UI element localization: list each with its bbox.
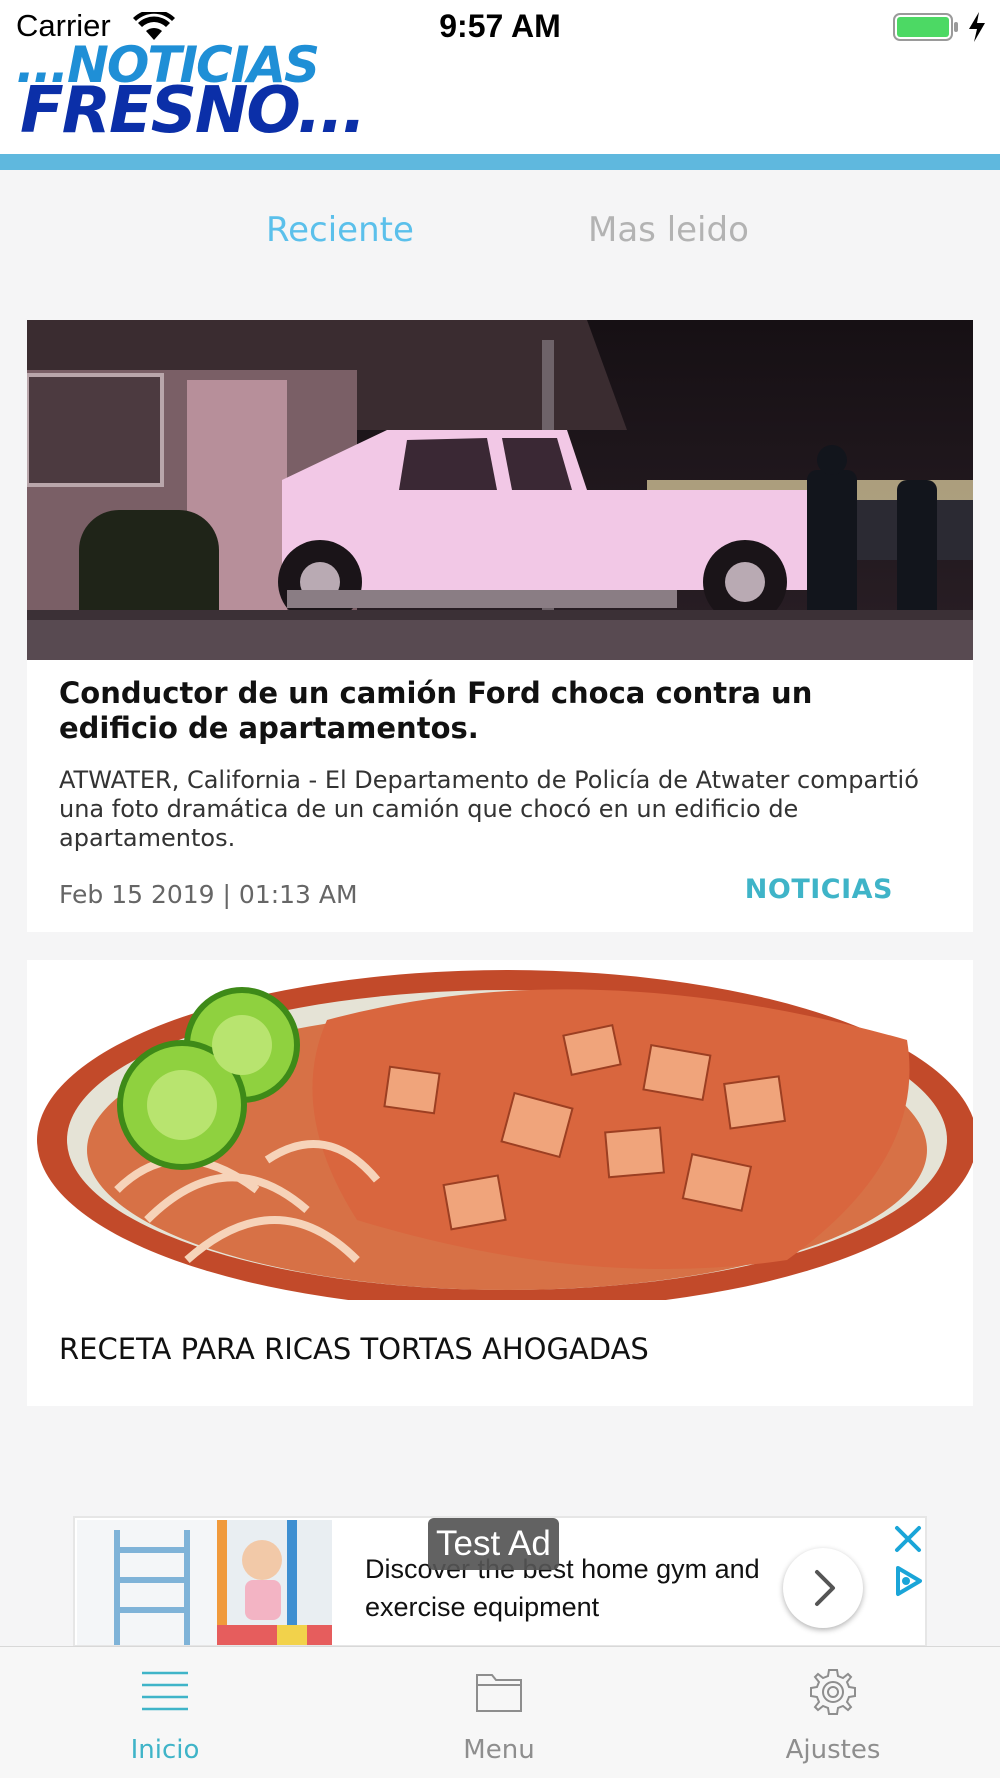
header-accent-bar <box>0 154 1000 170</box>
ad-image <box>77 1520 332 1645</box>
tortas-ahogadas-photo <box>27 960 973 1300</box>
adchoices-icon[interactable] <box>893 1564 923 1598</box>
test-ad-badge: Test Ad <box>428 1518 559 1570</box>
ad-arrow-button[interactable] <box>783 1548 863 1628</box>
close-icon[interactable] <box>893 1524 923 1554</box>
article-title[interactable]: Conductor de un camión Ford choca contra… <box>59 676 933 746</box>
battery-icon <box>893 13 958 41</box>
ad-text[interactable]: Discover the best home gym and exercise … <box>365 1550 765 1626</box>
bottom-tab-bar: Inicio Menu Ajustes <box>0 1646 1000 1778</box>
folder-icon <box>476 1674 522 1712</box>
tabbar-label: Menu <box>463 1735 535 1765</box>
tab-mas-leido[interactable]: Mas leido <box>588 210 749 250</box>
article-summary: ATWATER, California - El Departamento de… <box>59 766 919 852</box>
tabbar-label: Inicio <box>130 1735 200 1765</box>
article-card[interactable]: Conductor de un camión Ford choca contra… <box>27 320 973 932</box>
article-card[interactable]: RECETA PARA RICAS TORTAS AHOGADAS <box>27 960 973 1406</box>
article-image <box>27 320 973 660</box>
status-bar: Carrier 9:57 AM <box>0 0 1000 54</box>
charging-bolt-icon <box>969 12 985 42</box>
article-title[interactable]: RECETA PARA RICAS TORTAS AHOGADAS <box>59 1332 933 1367</box>
truck-crash-photo <box>27 320 973 660</box>
feed-tabs: Reciente Mas leido <box>0 210 1000 266</box>
logo-line-fresno: FRESNO... <box>20 74 366 148</box>
home-gym-photo <box>77 1520 332 1645</box>
article-image <box>27 960 973 1300</box>
hamburger-list-icon <box>142 1671 188 1711</box>
tabbar-item-inicio[interactable]: Inicio <box>65 1647 265 1778</box>
tabbar-item-ajustes[interactable]: Ajustes <box>733 1647 933 1778</box>
ad-banner[interactable]: Discover the best home gym and exercise … <box>73 1516 927 1647</box>
tabbar-label: Ajustes <box>785 1735 881 1765</box>
article-category-badge[interactable]: NOTICIAS <box>745 874 893 905</box>
tabbar-item-menu[interactable]: Menu <box>399 1647 599 1778</box>
article-date: Feb 15 2019 | 01:13 AM <box>59 880 358 909</box>
tab-reciente[interactable]: Reciente <box>266 210 414 250</box>
chevron-right-icon <box>815 1570 835 1606</box>
clock-time: 9:57 AM <box>439 8 561 44</box>
gear-icon <box>810 1669 856 1715</box>
